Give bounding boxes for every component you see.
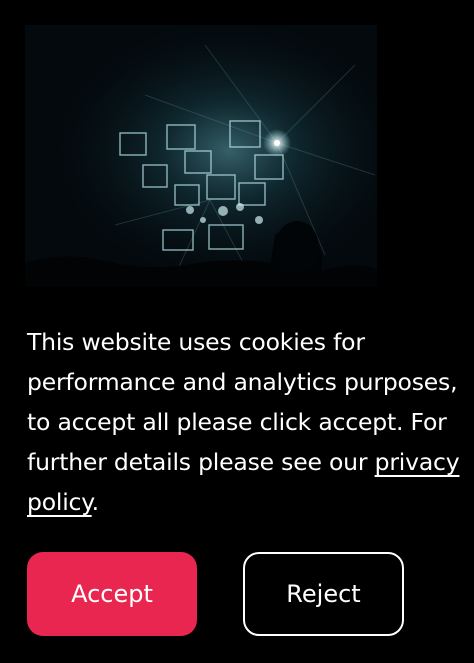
reject-button[interactable]: Reject <box>243 552 404 636</box>
cookie-message: This website uses cookies for performanc… <box>27 322 462 522</box>
cookie-message-suffix: . <box>91 488 99 516</box>
hero-image <box>25 25 377 287</box>
accept-button[interactable]: Accept <box>27 552 197 636</box>
